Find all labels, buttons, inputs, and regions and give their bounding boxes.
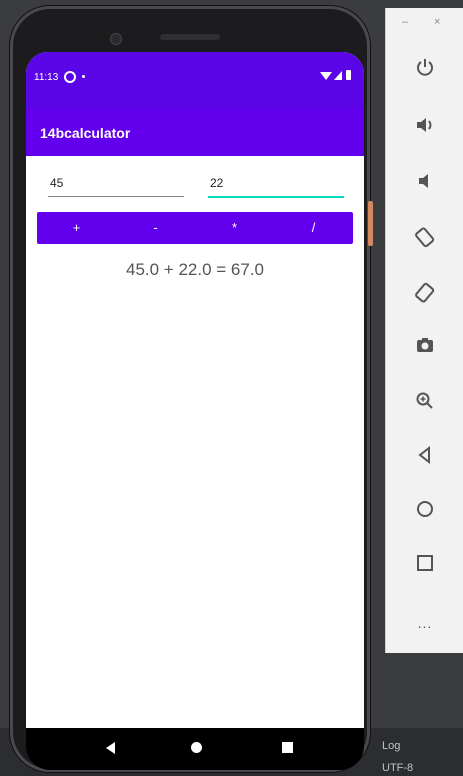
encoding-indicator[interactable]: UTF-8 (382, 762, 413, 774)
wifi-icon (320, 72, 332, 80)
volume-down-icon[interactable] (406, 166, 444, 196)
back-icon[interactable] (406, 440, 444, 470)
first-number-input[interactable]: 45 (48, 172, 184, 197)
more-icon[interactable]: ... (406, 608, 444, 638)
zoom-icon[interactable] (406, 386, 444, 416)
subtract-button[interactable]: - (116, 212, 195, 244)
app-bar: 14bcalculator (26, 108, 364, 156)
emulator-toolbar: – × ... (385, 8, 463, 653)
phone-side-button[interactable] (368, 201, 373, 246)
home-icon[interactable] (406, 494, 444, 524)
close-button[interactable]: × (434, 16, 440, 28)
emulator-phone: 11:13 14bcalculator 45 22 + - * / 45.0 +… (10, 6, 373, 772)
multiply-button[interactable]: * (195, 212, 274, 244)
divide-button[interactable]: / (274, 212, 353, 244)
rotate-left-icon[interactable] (406, 222, 444, 252)
overview-icon[interactable] (406, 548, 444, 578)
nav-recents-icon[interactable] (282, 742, 293, 753)
nav-home-icon[interactable] (191, 742, 202, 753)
more-label: ... (417, 615, 433, 631)
logcat-tab[interactable]: Log (382, 740, 400, 752)
navigation-buttons (26, 728, 364, 770)
nav-back-icon[interactable] (106, 742, 115, 754)
notification-dot-icon (82, 75, 85, 78)
camera-icon[interactable] (406, 330, 444, 360)
add-button[interactable]: + (37, 212, 116, 244)
front-camera (110, 33, 122, 45)
settings-notification-icon (64, 71, 76, 83)
volume-up-icon[interactable] (406, 110, 444, 140)
signal-icon (334, 71, 342, 80)
status-bar: 11:13 (26, 52, 364, 108)
app-title: 14bcalculator (40, 125, 131, 141)
minimize-button[interactable]: – (402, 16, 408, 28)
status-time: 11:13 (34, 72, 59, 83)
battery-icon (346, 70, 351, 80)
phone-screen: 11:13 14bcalculator 45 22 + - * / 45.0 +… (26, 52, 364, 728)
result-text: 45.0 + 22.0 = 67.0 (125, 260, 264, 279)
earpiece-speaker (160, 34, 220, 40)
rotate-right-icon[interactable] (406, 278, 444, 308)
operator-button-bar: + - * / (37, 212, 353, 244)
second-number-input[interactable]: 22 (208, 172, 344, 198)
power-icon[interactable] (406, 52, 444, 82)
